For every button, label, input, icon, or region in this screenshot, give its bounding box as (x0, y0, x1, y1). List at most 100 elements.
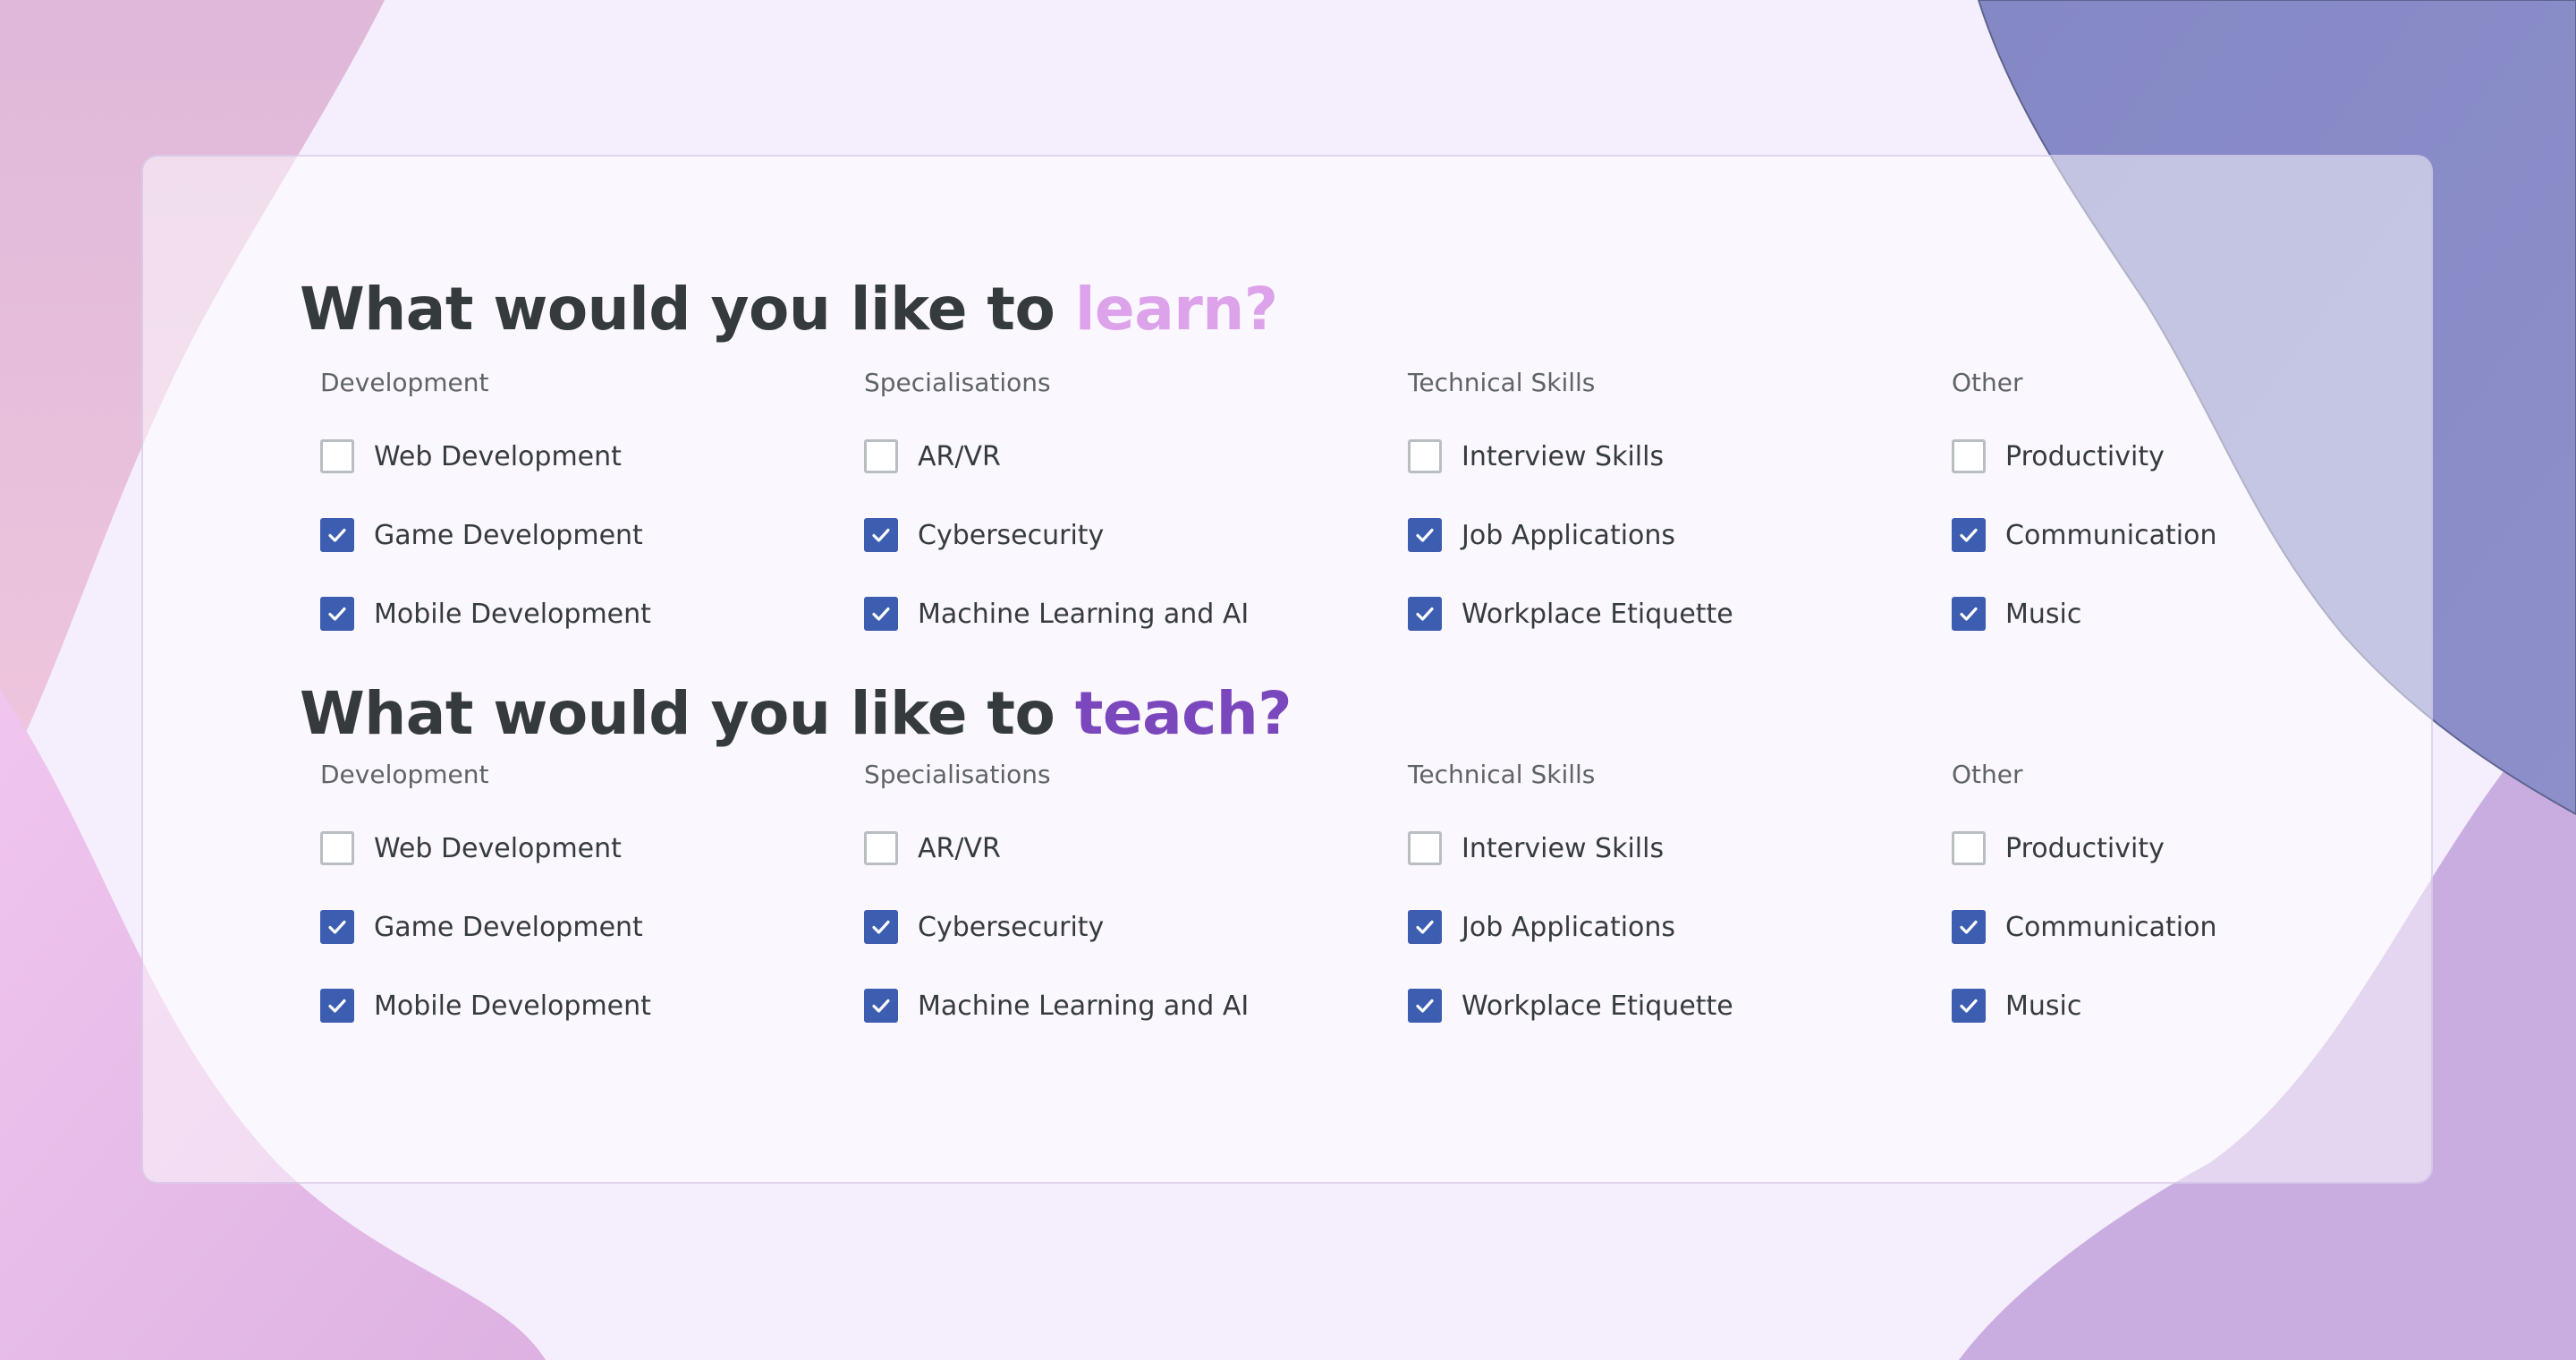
checkmark-icon (1416, 920, 1434, 934)
checkmark-icon (1960, 528, 1978, 542)
learn-option-cybersecurity[interactable]: Cybersecurity (864, 496, 1408, 574)
option-label: Web Development (374, 832, 622, 864)
option-label: Communication (2005, 911, 2217, 943)
learn-option-job-applications[interactable]: Job Applications (1408, 496, 1952, 574)
option-label: Cybersecurity (918, 911, 1105, 943)
option-label: Cybersecurity (918, 519, 1105, 551)
teach-column-other: Other Productivity Communication Music (1952, 755, 2496, 1045)
learn-option-music[interactable]: Music (1952, 574, 2496, 653)
form-content: What would you like to learn? Developmen… (300, 265, 2312, 1045)
teach-column-technical-skills: Technical Skills Interview Skills Job Appl… (1408, 755, 1952, 1045)
checkbox[interactable] (320, 518, 354, 552)
checkmark-icon (328, 528, 346, 542)
teach-column-specialisations: Specialisations AR/VR Cybersecurity Machine… (864, 755, 1408, 1045)
column-heading: Specialisations (864, 760, 1051, 789)
checkbox[interactable] (1408, 910, 1442, 944)
teach-option-web-development[interactable]: Web Development (320, 809, 864, 888)
checkbox[interactable] (864, 518, 898, 552)
teach-option-interview-skills[interactable]: Interview Skills (1408, 809, 1952, 888)
checkmark-icon (1416, 528, 1434, 542)
learn-option-mobile-development[interactable]: Mobile Development (320, 574, 864, 653)
checkmark-icon (1416, 607, 1434, 621)
checkbox[interactable] (320, 439, 354, 473)
checkbox[interactable] (1952, 597, 1986, 631)
checkbox[interactable] (1408, 597, 1442, 631)
teach-option-productivity[interactable]: Productivity (1952, 809, 2496, 888)
option-label: Game Development (374, 519, 643, 551)
teach-option-cybersecurity[interactable]: Cybersecurity (864, 888, 1408, 966)
teach-option-workplace-etiquette[interactable]: Workplace Etiquette (1408, 966, 1952, 1045)
option-label: Music (2005, 990, 2082, 1022)
option-label: Workplace Etiquette (1462, 990, 1733, 1022)
teach-title-prefix: What would you like to (300, 679, 1075, 748)
checkbox[interactable] (320, 597, 354, 631)
learn-option-game-development[interactable]: Game Development (320, 496, 864, 574)
learn-option-communication[interactable]: Communication (1952, 496, 2496, 574)
checkmark-icon (328, 999, 346, 1013)
learn-title: What would you like to learn? (300, 265, 2312, 363)
checkbox[interactable] (320, 831, 354, 865)
teach-option-ar-vr[interactable]: AR/VR (864, 809, 1408, 888)
teach-column-development: Development Web Development Game Developme… (320, 755, 864, 1045)
learn-option-workplace-etiquette[interactable]: Workplace Etiquette (1408, 574, 1952, 653)
learn-option-machine-learning-and-ai[interactable]: Machine Learning and AI (864, 574, 1408, 653)
column-heading: Specialisations (864, 368, 1051, 397)
checkbox[interactable] (864, 910, 898, 944)
checkmark-icon (872, 920, 890, 934)
teach-section: What would you like to teach? Developmen… (300, 669, 2312, 1045)
checkmark-icon (872, 607, 890, 621)
option-label: Productivity (2005, 832, 2165, 864)
learn-option-productivity[interactable]: Productivity (1952, 417, 2496, 496)
checkmark-icon (1960, 999, 1978, 1013)
teach-option-mobile-development[interactable]: Mobile Development (320, 966, 864, 1045)
option-label: Interview Skills (1462, 832, 1665, 864)
checkmark-icon (328, 607, 346, 621)
teach-option-communication[interactable]: Communication (1952, 888, 2496, 966)
checkbox[interactable] (1952, 831, 1986, 865)
learn-option-interview-skills[interactable]: Interview Skills (1408, 417, 1952, 496)
checkbox[interactable] (1408, 518, 1442, 552)
option-label: Web Development (374, 440, 622, 472)
checkbox[interactable] (1408, 439, 1442, 473)
checkbox[interactable] (864, 989, 898, 1023)
teach-title: What would you like to teach? (300, 669, 2312, 755)
option-label: Interview Skills (1462, 440, 1665, 472)
checkbox[interactable] (320, 910, 354, 944)
checkbox[interactable] (1952, 989, 1986, 1023)
checkbox[interactable] (864, 597, 898, 631)
checkmark-icon (328, 920, 346, 934)
learn-option-ar-vr[interactable]: AR/VR (864, 417, 1408, 496)
column-heading: Development (320, 760, 489, 789)
checkbox[interactable] (864, 831, 898, 865)
checkbox[interactable] (1952, 439, 1986, 473)
option-label: AR/VR (918, 832, 1001, 864)
learn-section: What would you like to learn? Developmen… (300, 265, 2312, 653)
option-label: AR/VR (918, 440, 1001, 472)
option-label: Mobile Development (374, 598, 651, 630)
teach-option-job-applications[interactable]: Job Applications (1408, 888, 1952, 966)
teach-option-music[interactable]: Music (1952, 966, 2496, 1045)
option-label: Machine Learning and AI (918, 598, 1250, 630)
checkbox[interactable] (864, 439, 898, 473)
learn-columns: Development Web Development Game Developme… (320, 363, 2312, 653)
checkbox[interactable] (320, 989, 354, 1023)
column-heading: Other (1952, 368, 2023, 397)
learn-title-prefix: What would you like to (300, 275, 1075, 344)
teach-option-machine-learning-and-ai[interactable]: Machine Learning and AI (864, 966, 1408, 1045)
checkbox[interactable] (1408, 989, 1442, 1023)
checkmark-icon (1960, 607, 1978, 621)
checkmark-icon (872, 528, 890, 542)
column-heading: Technical Skills (1408, 760, 1596, 789)
checkmark-icon (1416, 999, 1434, 1013)
checkbox[interactable] (1952, 518, 1986, 552)
option-label: Game Development (374, 911, 643, 943)
option-label: Workplace Etiquette (1462, 598, 1733, 630)
checkbox[interactable] (1952, 910, 1986, 944)
option-label: Mobile Development (374, 990, 651, 1022)
teach-option-game-development[interactable]: Game Development (320, 888, 864, 966)
learn-option-web-development[interactable]: Web Development (320, 417, 864, 496)
checkbox[interactable] (1408, 831, 1442, 865)
checkmark-icon (872, 999, 890, 1013)
checkmark-icon (1960, 920, 1978, 934)
option-label: Machine Learning and AI (918, 990, 1250, 1022)
